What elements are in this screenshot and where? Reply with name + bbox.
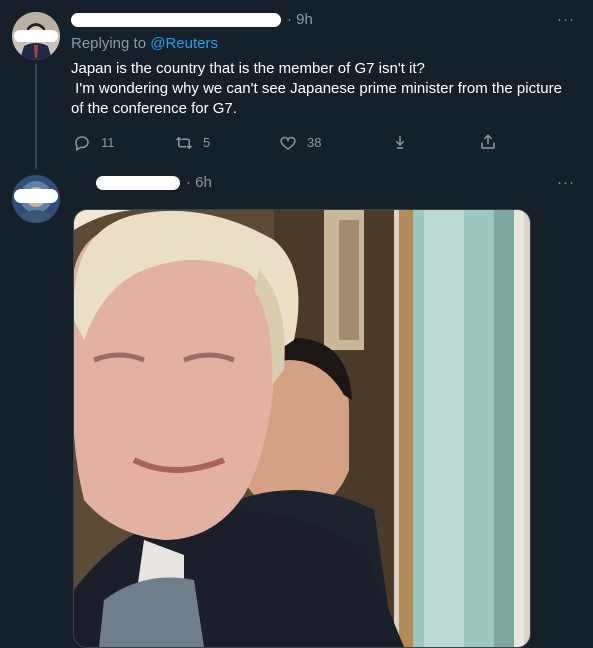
like-count: 38	[307, 135, 322, 150]
tweet-actions: 11 5 38	[71, 133, 501, 153]
tweet-header: · 9h	[71, 10, 313, 30]
tweet-text: Japan is the country that is the member …	[71, 59, 576, 119]
tweet-text-line: I'm wondering why we can't see Japanese …	[71, 80, 567, 117]
save-button[interactable]	[391, 133, 419, 151]
reply-tweet: · 9h ··· Replying to @Reuters Japan is t…	[0, 0, 593, 175]
more-options-button[interactable]: ···	[557, 10, 575, 30]
replying-to: Replying to @Reuters	[71, 34, 218, 54]
timestamp[interactable]: · 6h	[186, 173, 212, 193]
replying-to-handle[interactable]: @Reuters	[150, 35, 218, 52]
thread-line	[35, 64, 37, 169]
second-tweet: · 6h ···	[0, 173, 593, 648]
avatar[interactable]	[12, 12, 60, 60]
replying-to-label: Replying to	[71, 35, 151, 52]
reply-button[interactable]: 11	[73, 133, 115, 153]
share-icon	[481, 134, 495, 149]
retweet-icon	[175, 136, 193, 150]
tweet-header: · 6h	[96, 173, 212, 193]
timestamp[interactable]: · 9h	[287, 10, 313, 30]
reply-count: 11	[101, 135, 115, 150]
like-button[interactable]: 38	[279, 133, 321, 153]
tweet-text-line: Japan is the country that is the member …	[71, 60, 425, 77]
retweet-button[interactable]: 5	[175, 133, 210, 153]
redacted-name	[96, 176, 180, 190]
share-button[interactable]	[479, 133, 507, 151]
reply-icon	[75, 136, 89, 152]
redacted-name	[71, 13, 281, 27]
share-down-icon	[395, 136, 405, 149]
more-options-button[interactable]: ···	[557, 173, 575, 193]
avatar[interactable]	[12, 175, 60, 223]
tweet-photo[interactable]	[73, 209, 531, 648]
heart-icon	[280, 136, 296, 150]
retweet-count: 5	[203, 135, 211, 150]
photo-image	[74, 210, 530, 647]
